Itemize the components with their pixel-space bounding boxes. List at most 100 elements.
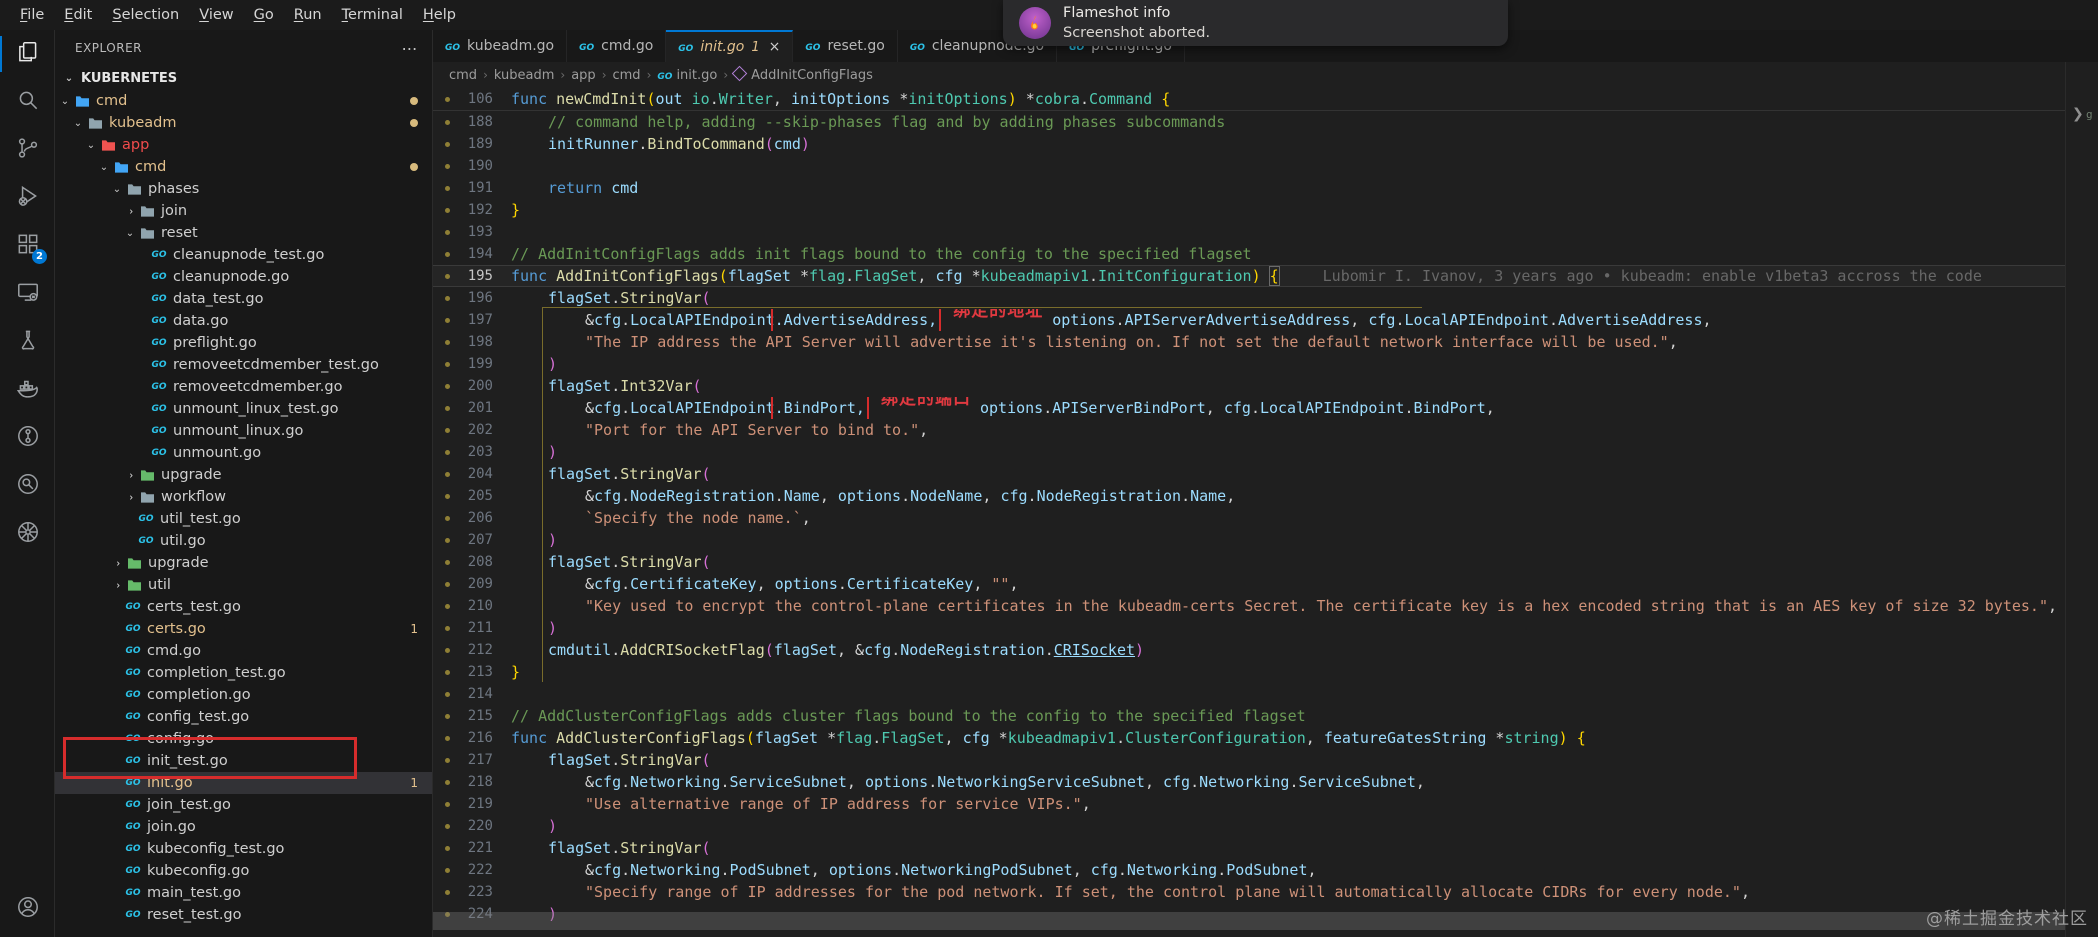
tree-folder-join[interactable]: ⌄ join <box>55 200 432 222</box>
chevron-down-icon: ⌄ <box>99 161 109 173</box>
activity-explorer-button[interactable] <box>0 30 55 78</box>
tree-file-certs_test.go[interactable]: GO certs_test.go <box>55 596 432 618</box>
menu-item-file[interactable]: File <box>10 4 54 26</box>
tree-folder-workflow[interactable]: ⌄ workflow <box>55 486 432 508</box>
breadcrumb-item-cmd[interactable]: cmd <box>613 68 641 83</box>
tree-file-cleanupnode.go[interactable]: GO cleanupnode.go <box>55 266 432 288</box>
menu-item-run[interactable]: Run <box>284 4 332 26</box>
tree-file-unmount_linux_test.go[interactable]: GO unmount_linux_test.go <box>55 398 432 420</box>
breadcrumb-item-cmd[interactable]: cmd <box>449 68 477 83</box>
activity-testing-button[interactable] <box>0 318 55 366</box>
tree-file-completion.go[interactable]: GO completion.go <box>55 684 432 706</box>
tree-item-label: completion_test.go <box>147 665 286 681</box>
tree-folder-cmd[interactable]: ⌄ cmd <box>55 156 432 178</box>
breadcrumb-item-kubeadm[interactable]: kubeadm <box>494 68 555 83</box>
tree-file-removeetcdmember_test.go[interactable]: GO removeetcdmember_test.go <box>55 354 432 376</box>
code-token: . <box>774 487 784 505</box>
section-header-kubernetes[interactable]: ⌄ KUBERNETES <box>55 66 432 90</box>
tree-file-kubeconfig_test.go[interactable]: GO kubeconfig_test.go <box>55 838 432 860</box>
code-line-212: 212 cmdutil.AddCRISocketFlag(flagSet, &cf… <box>433 639 2066 661</box>
tree-item-label: config_test.go <box>147 709 250 725</box>
activity-commit-history-button[interactable] <box>0 462 55 510</box>
line-number: 217 <box>467 752 493 768</box>
tree-file-data_test.go[interactable]: GO data_test.go <box>55 288 432 310</box>
activity-kubernetes-button[interactable] <box>0 510 55 558</box>
code-line-217: 217 flagSet.StringVar( <box>433 749 2066 771</box>
menu-item-terminal[interactable]: Terminal <box>332 4 413 26</box>
tree-file-join_test.go[interactable]: GO join_test.go <box>55 794 432 816</box>
close-icon[interactable]: × <box>769 39 781 55</box>
tree-file-unmount.go[interactable]: GO unmount.go <box>55 442 432 464</box>
activity-docker-button[interactable] <box>0 366 55 414</box>
flameshot-notification-toast[interactable]: Flameshot info Screenshot aborted. <box>1003 0 1508 46</box>
tree-file-removeetcdmember.go[interactable]: GO removeetcdmember.go <box>55 376 432 398</box>
menu-item-selection[interactable]: Selection <box>102 4 189 26</box>
tree-file-config_test.go[interactable]: GO config_test.go <box>55 706 432 728</box>
tab-cmd.go[interactable]: GO cmd.go <box>567 30 667 62</box>
tree-folder-upgrade[interactable]: ⌄ upgrade <box>55 552 432 574</box>
activity-remote-explorer-button[interactable] <box>0 270 55 318</box>
line-number: 221 <box>467 840 493 856</box>
tree-file-util.go[interactable]: GO util.go <box>55 530 432 552</box>
tree-file-preflight.go[interactable]: GO preflight.go <box>55 332 432 354</box>
code-token: flagSet <box>773 641 837 659</box>
tree-file-join.go[interactable]: GO join.go <box>55 816 432 838</box>
tree-file-data.go[interactable]: GO data.go <box>55 310 432 332</box>
flameshot-flame-icon <box>1019 7 1051 39</box>
tab-problem-badge: 1 <box>751 39 760 55</box>
go-file-icon: GO <box>125 910 141 920</box>
go-file-icon: GO <box>125 624 141 634</box>
tree-file-cleanupnode_test.go[interactable]: GO cleanupnode_test.go <box>55 244 432 266</box>
activity-extensions-button[interactable]: 2 <box>0 222 55 270</box>
tree-folder-kubeadm[interactable]: ⌄ kubeadm <box>55 112 432 134</box>
code-token: func <box>511 267 557 285</box>
tree-file-reset_test.go[interactable]: GO reset_test.go <box>55 904 432 926</box>
tree-file-cmd.go[interactable]: GO cmd.go <box>55 640 432 662</box>
breadcrumb-item-AddInitConfigFlags[interactable]: AddInitConfigFlags <box>731 65 873 83</box>
debug-icon <box>15 183 41 213</box>
activity-run-debug-button[interactable] <box>0 174 55 222</box>
tab-kubeadm.go[interactable]: GO kubeadm.go <box>433 30 568 62</box>
tree-file-certs.go[interactable]: GO certs.go 1 <box>55 618 432 640</box>
chevron-right-icon[interactable]: ❯ <box>2072 106 2084 122</box>
tree-folder-cmd[interactable]: ⌄ cmd <box>55 90 432 112</box>
menu-item-view[interactable]: View <box>189 4 243 26</box>
tree-file-completion_test.go[interactable]: GO completion_test.go <box>55 662 432 684</box>
tree-folder-app[interactable]: ⌄ app <box>55 134 432 156</box>
activity-git-graph-button[interactable] <box>0 414 55 462</box>
tree-folder-util[interactable]: ⌄ util <box>55 574 432 596</box>
go-file-icon: GO <box>805 43 821 53</box>
horizontal-scrollbar[interactable] <box>433 912 2066 930</box>
tab-init.go[interactable]: GO init.go 1 × <box>666 30 794 62</box>
notification-title: Flameshot info <box>1063 5 1171 21</box>
breadcrumb-item-app[interactable]: app <box>571 68 595 83</box>
line-number: 216 <box>467 730 493 746</box>
code-token: Networking <box>630 773 721 791</box>
minimap-strip[interactable]: ❯ g <box>2065 62 2098 937</box>
tree-file-unmount_linux.go[interactable]: GO unmount_linux.go <box>55 420 432 442</box>
code-token: . <box>1044 641 1054 659</box>
tab-reset.go[interactable]: GO reset.go <box>793 30 898 62</box>
tree-folder-upgrade[interactable]: ⌄ upgrade <box>55 464 432 486</box>
tree-folder-reset[interactable]: ⌄ reset <box>55 222 432 244</box>
breadcrumb-item-init.go[interactable]: GO init.go <box>657 68 717 83</box>
code-line-216: 216 func AddClusterConfigFlags(flagSet *f… <box>433 727 2066 749</box>
code-editor[interactable]: 106 func newCmdInit(out io.Writer, initOp… <box>433 88 2066 937</box>
code-token: , <box>944 729 963 747</box>
code-token: NodeRegistration <box>630 487 775 505</box>
activity-account-button[interactable] <box>0 885 55 933</box>
menu-item-go[interactable]: Go <box>244 4 284 26</box>
breadcrumb-label: kubeadm <box>493 67 555 83</box>
tree-file-util_test.go[interactable]: GO util_test.go <box>55 508 432 530</box>
code-token: NodeName <box>910 487 983 505</box>
tree-file-main_test.go[interactable]: GO main_test.go <box>55 882 432 904</box>
activity-source-control-button[interactable] <box>0 126 55 174</box>
menu-item-help[interactable]: Help <box>413 4 466 26</box>
tree-item-label: cmd <box>96 93 128 109</box>
tree-folder-phases[interactable]: ⌄ phases <box>55 178 432 200</box>
tree-file-kubeconfig.go[interactable]: GO kubeconfig.go <box>55 860 432 882</box>
explorer-more-actions-icon[interactable]: ⋯ <box>402 39 419 58</box>
activity-search-button[interactable] <box>0 78 55 126</box>
menu-item-edit[interactable]: Edit <box>54 4 102 26</box>
